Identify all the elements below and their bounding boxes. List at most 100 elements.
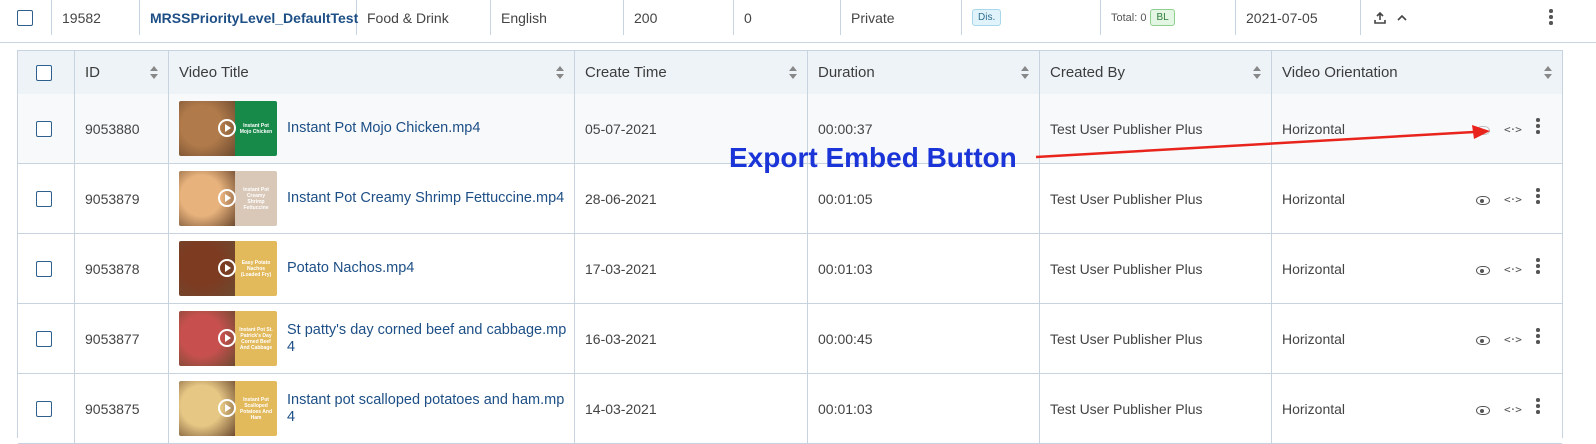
row-create-time: 16-03-2021 (575, 304, 808, 373)
header-video-orientation[interactable]: Video Orientation (1272, 51, 1562, 94)
row-select-cell (18, 374, 75, 443)
eye-icon[interactable] (1476, 336, 1490, 345)
video-thumbnail[interactable]: Instant Pot Scalloped Potatoes And Ham (179, 381, 277, 436)
parent-row-checkbox[interactable] (17, 9, 33, 26)
eye-icon[interactable] (1476, 196, 1490, 205)
thumbnail-caption: Instant Pot Creamy Shrimp Fettuccine (235, 171, 277, 226)
eye-icon[interactable] (1476, 266, 1490, 275)
parent-name-link[interactable]: MRSSPriorityLevel_DefaultTest (140, 0, 358, 35)
row-checkbox[interactable] (36, 400, 52, 417)
parent-category: Food & Drink (357, 0, 491, 35)
row-title-cell: Instant Pot Mojo Chicken Instant Pot Moj… (169, 94, 575, 163)
eye-icon[interactable] (1476, 126, 1490, 135)
sort-icon[interactable] (1021, 66, 1029, 79)
embed-code-icon[interactable]: <·> (1504, 123, 1522, 136)
video-title-link[interactable]: Instant pot scalloped potatoes and ham.m… (287, 392, 567, 426)
parent-kebab-icon[interactable] (1549, 9, 1553, 27)
video-thumbnail[interactable]: Instant Pot St. Patrick's Day Corned Bee… (179, 311, 277, 366)
video-thumbnail[interactable]: Instant Pot Creamy Shrimp Fettuccine (179, 171, 277, 226)
video-title-link[interactable]: Potato Nachos.mp4 (287, 260, 567, 277)
embed-code-icon[interactable]: <·> (1504, 263, 1522, 276)
video-table: ID Video Title Create Time Duration Crea… (17, 50, 1563, 444)
parent-status-cell: Dis. (962, 0, 1101, 35)
row-checkbox[interactable] (36, 260, 52, 277)
row-id: 9053878 (75, 234, 169, 303)
status-badge: Dis. (972, 9, 1002, 26)
kebab-icon[interactable] (1536, 398, 1540, 416)
sort-icon[interactable] (150, 66, 158, 79)
thumbnail-caption: Instant Pot St. Patrick's Day Corned Bee… (235, 311, 277, 366)
embed-code-icon[interactable]: <·> (1504, 333, 1522, 346)
header-created-by[interactable]: Created By (1040, 51, 1272, 94)
play-icon[interactable] (218, 259, 236, 277)
row-actions: <·> (1442, 374, 1562, 443)
video-title-link[interactable]: St patty's day corned beef and cabbage.m… (287, 322, 567, 356)
row-id: 9053879 (75, 164, 169, 233)
embed-code-icon[interactable]: <·> (1504, 403, 1522, 416)
row-create-time: 14-03-2021 (575, 374, 808, 443)
play-icon[interactable] (218, 399, 236, 417)
header-created-by-label: Created By (1050, 64, 1126, 81)
play-icon[interactable] (218, 119, 236, 137)
row-orientation-cell: Horizontal <·> (1272, 164, 1562, 233)
sort-icon[interactable] (789, 66, 797, 79)
header-id[interactable]: ID (75, 51, 169, 94)
thumbnail-caption: Easy Potato Nachos (Loaded Fry) (235, 241, 277, 296)
row-duration: 00:00:45 (808, 304, 1040, 373)
header-duration[interactable]: Duration (808, 51, 1040, 94)
header-title-label: Video Title (179, 64, 249, 81)
play-icon[interactable] (218, 189, 236, 207)
chevron-up-icon[interactable] (1395, 11, 1409, 25)
kebab-icon[interactable] (1536, 258, 1540, 276)
header-id-label: ID (85, 64, 100, 81)
row-checkbox[interactable] (36, 120, 52, 137)
row-id: 9053877 (75, 304, 169, 373)
kebab-icon[interactable] (1536, 328, 1540, 346)
row-orientation-cell: Horizontal <·> (1272, 304, 1562, 373)
row-actions: <·> (1442, 94, 1562, 163)
upload-icon[interactable] (1373, 11, 1387, 25)
row-orientation: Horizontal (1282, 400, 1346, 417)
table-row[interactable]: 9053878 Easy Potato Nachos (Loaded Fry) … (18, 234, 1562, 304)
video-title-link[interactable]: Instant Pot Creamy Shrimp Fettuccine.mp4 (287, 190, 567, 207)
embed-code-icon[interactable]: <·> (1504, 193, 1522, 206)
row-checkbox[interactable] (36, 190, 52, 207)
row-created-by: Test User Publisher Plus (1040, 304, 1272, 373)
row-title-cell: Easy Potato Nachos (Loaded Fry) Potato N… (169, 234, 575, 303)
video-thumbnail[interactable]: Instant Pot Mojo Chicken (179, 101, 277, 156)
play-icon[interactable] (218, 329, 236, 347)
table-row[interactable]: 9053877 Instant Pot St. Patrick's Day Co… (18, 304, 1562, 374)
total-label: Total: 0 (1111, 11, 1147, 24)
sort-icon[interactable] (1253, 66, 1261, 79)
parent-select-cell (0, 0, 52, 35)
row-orientation: Horizontal (1282, 260, 1346, 277)
row-actions: <·> (1442, 164, 1562, 233)
row-orientation: Horizontal (1282, 190, 1346, 207)
sort-icon[interactable] (1544, 66, 1552, 79)
parent-row: 19582 MRSSPriorityLevel_DefaultTest Food… (0, 0, 1596, 43)
sort-icon[interactable] (556, 66, 564, 79)
thumbnail-caption: Instant Pot Mojo Chicken (235, 101, 277, 156)
eye-icon[interactable] (1476, 406, 1490, 415)
header-create-time[interactable]: Create Time (575, 51, 808, 94)
thumbnail-caption: Instant Pot Scalloped Potatoes And Ham (235, 381, 277, 436)
header-orientation-label: Video Orientation (1282, 64, 1398, 81)
parent-total-cell: Total: 0 BL (1101, 0, 1236, 35)
bl-badge: BL (1150, 9, 1175, 26)
header-video-title[interactable]: Video Title (169, 51, 575, 94)
parent-count-b: 0 (734, 0, 841, 35)
row-create-time: 17-03-2021 (575, 234, 808, 303)
kebab-icon[interactable] (1536, 188, 1540, 206)
parent-visibility: Private (841, 0, 962, 35)
row-actions: <·> (1442, 304, 1562, 373)
row-created-by: Test User Publisher Plus (1040, 164, 1272, 233)
video-title-link[interactable]: Instant Pot Mojo Chicken.mp4 (287, 120, 567, 137)
video-thumbnail[interactable]: Easy Potato Nachos (Loaded Fry) (179, 241, 277, 296)
table-row[interactable]: 9053879 Instant Pot Creamy Shrimp Fettuc… (18, 164, 1562, 234)
row-title-cell: Instant Pot Scalloped Potatoes And Ham I… (169, 374, 575, 443)
row-orientation-cell: Horizontal <·> (1272, 374, 1562, 443)
table-row[interactable]: 9053875 Instant Pot Scalloped Potatoes A… (18, 374, 1562, 444)
kebab-icon[interactable] (1536, 118, 1540, 136)
select-all-checkbox[interactable] (36, 64, 52, 81)
row-checkbox[interactable] (36, 330, 52, 347)
